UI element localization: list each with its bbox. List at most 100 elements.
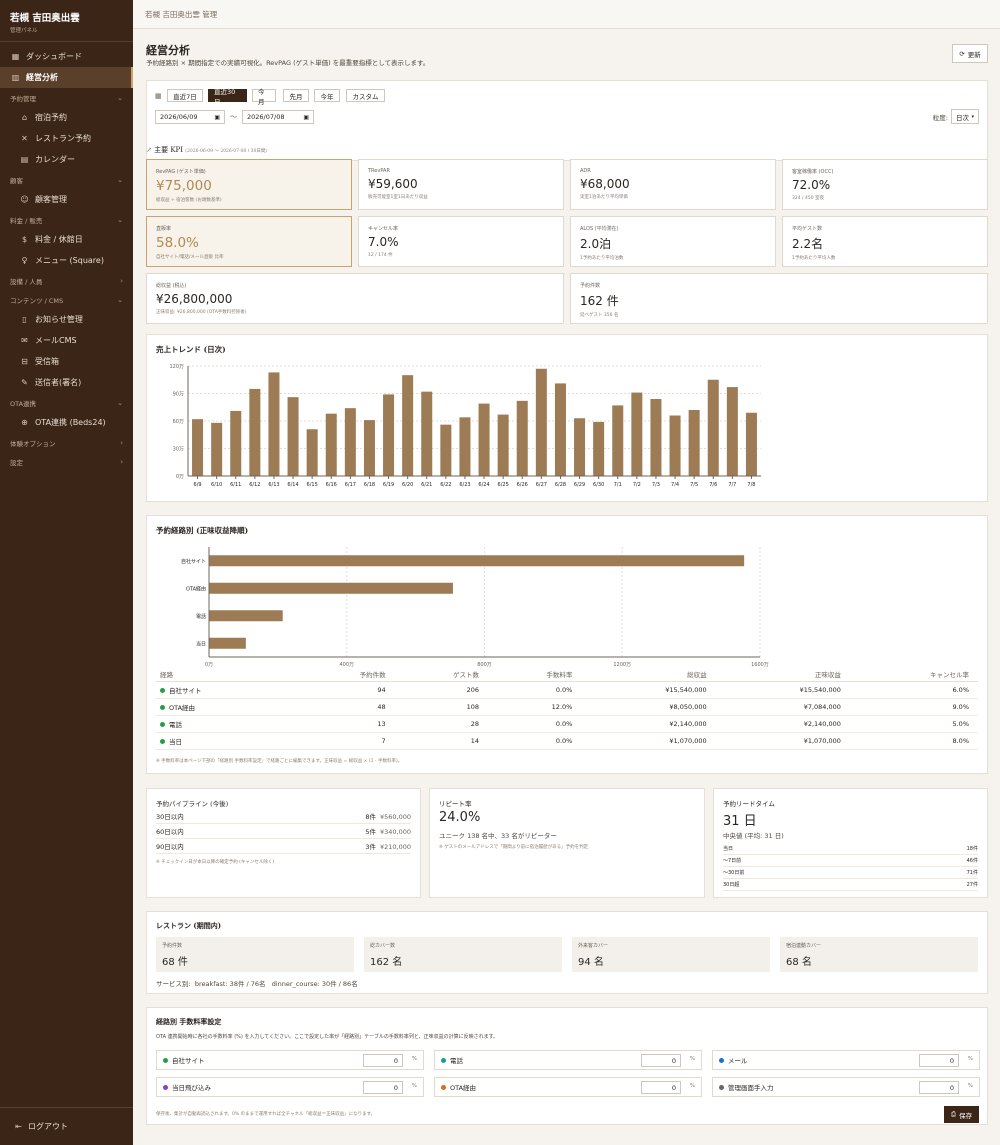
pipeline-row: 90日以内 3件 ¥210,000	[156, 839, 411, 854]
sidebar-section-header[interactable]: 予約管理 ⌄	[0, 88, 133, 107]
trend-bar	[631, 392, 643, 476]
sidebar-item-users[interactable]: ☺ 顧客管理	[0, 189, 133, 210]
sidebar-item-calendar[interactable]: ▤ カレンダー	[0, 149, 133, 170]
sidebar-item-chart[interactable]: ▥ 経営分析	[0, 67, 133, 88]
calendar-icon: ▦	[155, 92, 162, 100]
restaurant-stat: 総カバー数 162 名	[364, 937, 562, 972]
sidebar-section-header[interactable]: OTA連携 ⌄	[0, 393, 133, 412]
kpi-value: ¥68,000	[580, 177, 630, 191]
table-cell-guests: 206	[394, 681, 488, 699]
fee-rate-input[interactable]: 0	[641, 1081, 681, 1094]
x-tick-label: 7/1	[614, 482, 622, 488]
sidebar-item-doc[interactable]: ▯ お知らせ管理	[0, 309, 133, 330]
kpi-heading-label: 主要 KPI	[154, 146, 184, 154]
doc-icon: ▯	[22, 315, 27, 324]
y-tick-label: 0万	[176, 474, 184, 480]
status-dot	[160, 739, 165, 744]
table-cell-count: 13	[301, 715, 395, 733]
y-tick-label: 30万	[173, 447, 184, 453]
fee-channel-name: 電話	[450, 1057, 463, 1065]
x-tick-label: 6/18	[364, 482, 375, 488]
end-date-input[interactable]: 2026/07/08 ▣	[242, 110, 314, 124]
table-cell-cancel: 8.0%	[849, 732, 978, 750]
trend-bar	[421, 391, 433, 476]
chevron-right-icon: ›	[120, 438, 123, 447]
sidebar-section-header[interactable]: 設備 / 人員 ›	[0, 271, 133, 290]
logout-button[interactable]: ⇤ ログアウト	[0, 1107, 133, 1145]
kpi-note: 実室1泊あたり平均単価	[580, 195, 628, 200]
cell-text: ¥1,070,000	[803, 736, 841, 745]
bed-icon: ⌂	[21, 113, 28, 122]
cell-text: 206	[466, 685, 479, 694]
x-tick-label: 6/21	[421, 482, 432, 488]
save-button[interactable]: ⎙ 保存	[944, 1106, 979, 1123]
sidebar-item-utensils[interactable]: ✕ レストラン予約	[0, 128, 133, 149]
column-header: ゲスト数	[394, 667, 488, 682]
fee-setting-row: メール 0%	[712, 1050, 980, 1070]
table-cell-fee: 0.0%	[488, 732, 582, 750]
x-tick-label: 6/19	[383, 482, 394, 488]
cell-text: ¥15,540,000	[799, 685, 841, 694]
leadtime-row-label: 30日超	[723, 882, 740, 888]
sidebar-item-inbox[interactable]: ⊟ 受信箱	[0, 351, 133, 372]
restaurant-stat: 宿泊連動カバー 68 名	[780, 937, 978, 972]
x-tick-label: 6/27	[536, 482, 547, 488]
repeat-title: リピート率	[439, 800, 472, 808]
pipeline-row: 30日以内 8件 ¥560,000	[156, 809, 411, 824]
kpi-value: ¥59,600	[368, 177, 418, 191]
sidebar-section-header[interactable]: コンテンツ / CMS ⌄	[0, 290, 133, 309]
percent-unit: %	[967, 1056, 973, 1062]
restaurant-stat-label: 総カバー数	[370, 943, 396, 949]
period-button-1[interactable]: 直近30日	[208, 88, 247, 106]
start-date-input[interactable]: 2026/06/09 ▣	[155, 110, 225, 124]
period-button-3[interactable]: 先月	[283, 89, 309, 102]
sidebar-section-label: コンテンツ / CMS	[10, 296, 64, 305]
sidebar-item-globe[interactable]: ⊕ OTA連携 (Beds24)	[0, 412, 133, 433]
channel-table-header: 経路 予約件数 ゲスト数 手数料率 総収益 正味収益 キャンセル率	[156, 667, 978, 682]
kpi-card: RevPAG (ゲスト単価) ¥75,000 総収益 ÷ 宿泊客数 (お頭数基準)	[146, 159, 352, 210]
sidebar-item-dollar[interactable]: $ 料金 / 休館日	[0, 229, 133, 250]
leadtime-row: 〜7日前 46件	[723, 855, 978, 867]
kpi-note: 12 / 174 件	[368, 253, 393, 258]
sidebar-section-header[interactable]: 料金 / 販売 ⌄	[0, 210, 133, 229]
fee-rate-input[interactable]: 0	[919, 1081, 959, 1094]
sidebar-item-label: OTA連携 (Beds24)	[35, 418, 106, 427]
sidebar-item-mail[interactable]: ✉ メールCMS	[0, 330, 133, 351]
pipeline-row-values: 5件 ¥340,000	[365, 826, 411, 836]
sidebar-section-header[interactable]: 体験オプション ›	[0, 433, 133, 452]
kpi-value: ¥26,800,000	[156, 292, 233, 306]
sidebar-item-label: レストラン予約	[35, 134, 91, 143]
table-cell-gross: ¥2,140,000	[581, 715, 716, 733]
sidebar-item-wine[interactable]: ♀ メニュー (Square)	[0, 250, 133, 271]
period-button-0[interactable]: 直近7日	[167, 89, 203, 102]
fee-rate-input[interactable]: 0	[363, 1081, 403, 1094]
cell-text: 48	[377, 702, 386, 711]
sidebar-section-header[interactable]: 顧客 ⌄	[0, 170, 133, 189]
granularity-select[interactable]: 日次 ▾	[951, 109, 979, 124]
sidebar-section-header[interactable]: 設定 ›	[0, 452, 133, 471]
trend-bar	[535, 368, 547, 476]
dollar-icon: $	[21, 235, 28, 244]
sidebar-nav: ▦ ダッシュボード ▥ 経営分析 予約管理 ⌄ ⌂ 宿泊予約 ✕ レストラン予約 ▤ カレンダー 顧客 ⌄…	[0, 42, 133, 471]
fee-rate-input[interactable]: 0	[919, 1054, 959, 1067]
pipeline-row-label: 30日以内	[156, 813, 184, 821]
period-button-4[interactable]: 今年	[314, 89, 340, 102]
refresh-button[interactable]: ⟳ 更新	[952, 44, 988, 63]
sidebar-item-bed[interactable]: ⌂ 宿泊予約	[0, 107, 133, 128]
period-button-5[interactable]: カスタム	[346, 89, 385, 102]
leadtime-row: 〜30日前 71件	[723, 867, 978, 879]
fee-rate-input[interactable]: 0	[641, 1054, 681, 1067]
sidebar-item-grid[interactable]: ▦ ダッシュボード	[0, 46, 133, 67]
x-tick-label: 6/25	[498, 482, 509, 488]
kpi-note: 1予約あたり平均人数	[792, 256, 836, 261]
chevron-down-icon: ⌄	[117, 215, 123, 224]
table-cell-count: 48	[301, 698, 395, 716]
fee-channel-name: 管理画面手入力	[728, 1084, 774, 1092]
restaurant-stat-value: 94 名	[578, 957, 604, 968]
trend-bar	[745, 412, 757, 476]
sidebar-item-pen[interactable]: ✎ 送信者(署名)	[0, 372, 133, 393]
sidebar-section-label: 顧客	[10, 176, 23, 185]
fee-rate-input[interactable]: 0	[363, 1054, 403, 1067]
period-button-2[interactable]: 今月	[252, 88, 276, 106]
cell-text: 9.0%	[952, 702, 969, 711]
